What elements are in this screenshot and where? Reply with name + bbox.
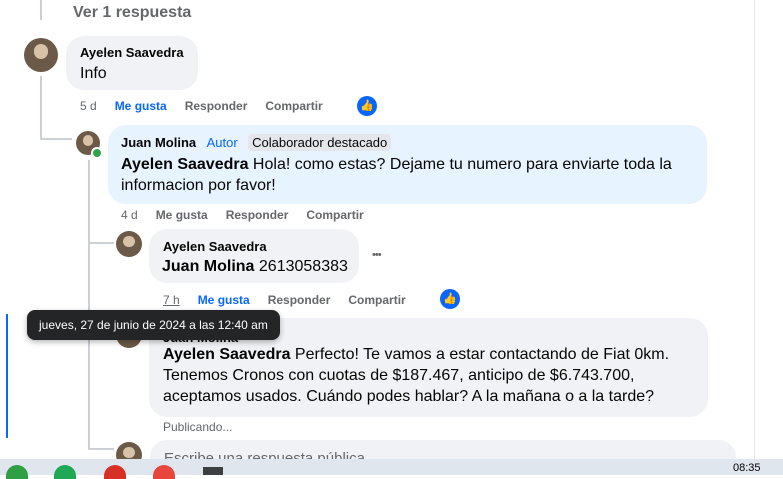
mention-link[interactable]: Juan Molina xyxy=(162,258,254,275)
right-divider xyxy=(754,0,755,459)
comment-timestamp[interactable]: 4 d xyxy=(121,208,138,222)
thread-line xyxy=(40,0,42,20)
reply-button[interactable]: Responder xyxy=(185,99,248,113)
like-button[interactable]: Me gusta xyxy=(198,293,250,307)
comment-timestamp[interactable]: 5 d xyxy=(80,99,97,113)
scroll-indicator xyxy=(6,314,8,438)
share-button[interactable]: Compartir xyxy=(265,99,322,113)
comment-author[interactable]: Ayelen Saavedra xyxy=(80,45,184,60)
avatar[interactable] xyxy=(24,38,58,72)
comment-text: Ayelen Saavedra Hola! como estas? Dejame… xyxy=(121,156,672,194)
timestamp-tooltip: jueves, 27 de junio de 2024 a las 12:40 … xyxy=(27,310,280,340)
view-replies-link[interactable]: Ver 1 respuesta xyxy=(73,4,191,22)
comment-author[interactable]: Ayelen Saavedra xyxy=(163,239,267,254)
more-options-button[interactable]: ••• xyxy=(372,249,382,261)
comment-bubble: Ayelen Saavedra Info xyxy=(66,36,198,90)
like-reaction-icon[interactable]: 👍 xyxy=(357,96,377,116)
online-status-icon xyxy=(91,147,103,159)
comment-bubble: Ayelen Saavedra Juan Molina 2613058383 xyxy=(149,229,359,283)
like-button[interactable]: Me gusta xyxy=(115,99,167,113)
comment-text: Juan Molina 2613058383 xyxy=(162,258,348,275)
thread-line xyxy=(88,242,114,244)
share-button[interactable]: Compartir xyxy=(348,293,405,307)
reply-button[interactable]: Responder xyxy=(226,208,289,222)
author-label: Autor xyxy=(206,135,238,150)
comment-bubble: Juan Molina Autor Colaborador destacado … xyxy=(108,125,707,204)
comment-author[interactable]: Juan Molina xyxy=(121,135,196,150)
avatar[interactable] xyxy=(116,231,142,257)
mention-link[interactable]: Ayelen Saavedra xyxy=(121,156,248,173)
publishing-status: Publicando... xyxy=(163,420,233,434)
thread-line xyxy=(40,138,72,140)
top-contributor-badge[interactable]: Colaborador destacado xyxy=(248,134,392,151)
comment-header: Juan Molina Autor Colaborador destacado xyxy=(121,134,392,152)
share-button[interactable]: Compartir xyxy=(306,208,363,222)
comment-timestamp[interactable]: 7 h xyxy=(163,293,180,307)
comment-text: Info xyxy=(80,65,107,82)
comment-text: Ayelen Saavedra Perfecto! Te vamos a est… xyxy=(163,346,670,405)
mention-link[interactable]: Ayelen Saavedra xyxy=(163,346,290,363)
like-button[interactable]: Me gusta xyxy=(156,208,208,222)
like-reaction-icon[interactable]: 👍 xyxy=(440,289,460,309)
thread-line xyxy=(88,160,90,450)
comment-actions: 4 d Me gusta Responder Compartir xyxy=(121,208,382,222)
taskbar-clock[interactable]: 08:35 xyxy=(733,462,761,474)
reply-button[interactable]: Responder xyxy=(268,293,331,307)
comment-actions: 5 d Me gusta Responder Compartir xyxy=(80,99,341,113)
thread-line xyxy=(88,448,114,450)
thread-line xyxy=(40,76,42,140)
comment-actions: 7 h Me gusta Responder Compartir xyxy=(163,293,424,307)
app-icon[interactable] xyxy=(203,467,223,475)
